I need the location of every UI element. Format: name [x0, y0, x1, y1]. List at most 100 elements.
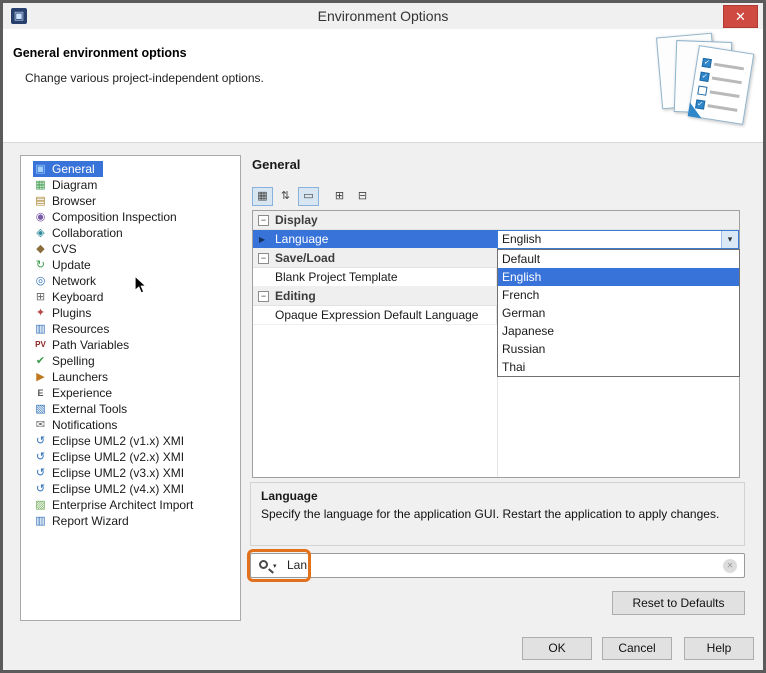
tree-item-resources[interactable]: ▥ Resources: [33, 321, 117, 337]
tree-item-collaboration[interactable]: ◈ Collaboration: [33, 225, 131, 241]
combobox-dropdown-icon[interactable]: ▾: [721, 231, 738, 248]
tree-item-plugins[interactable]: ✦ Plugins: [33, 305, 99, 321]
tree-item-eclipse-uml2-v4[interactable]: ↺Eclipse UML2 (v4.x) XMI: [33, 481, 192, 497]
dropdown-option-japanese[interactable]: Japanese: [498, 322, 739, 340]
collapse-icon[interactable]: −: [258, 215, 269, 226]
dialog-header: General environment options Change vario…: [3, 29, 763, 143]
search-options-chevron-icon[interactable]: ▾: [273, 562, 277, 570]
plugins-icon: ✦: [33, 305, 48, 321]
external-tools-icon: ▧: [33, 401, 48, 417]
resources-icon: ▥: [33, 321, 48, 337]
tree-item-cvs[interactable]: ◆ CVS: [33, 241, 85, 257]
collaboration-icon: ◈: [33, 225, 48, 241]
tree-item-external-tools[interactable]: ▧External Tools: [33, 401, 135, 417]
dropdown-option-russian[interactable]: Russian: [498, 340, 739, 358]
panel-title: General: [252, 157, 300, 172]
collapse-all-button[interactable]: ⊟: [352, 187, 373, 206]
dropdown-option-english[interactable]: English: [498, 268, 739, 286]
property-row-language[interactable]: ▶ Language English ▾: [253, 230, 739, 249]
help-button[interactable]: Help: [684, 637, 754, 660]
tree-item-path-variables[interactable]: PVPath Variables: [33, 337, 137, 353]
collapse-icon[interactable]: −: [258, 291, 269, 302]
tree-item-label: Update: [52, 258, 91, 272]
search-input[interactable]: ▾ Lan ✕: [250, 553, 745, 578]
tree-item-label: Eclipse UML2 (v3.x) XMI: [52, 466, 184, 480]
show-description-button[interactable]: ▭: [298, 187, 319, 206]
tree-item-report-wizard[interactable]: ▥Report Wizard: [33, 513, 137, 529]
reset-to-defaults-button[interactable]: Reset to Defaults: [612, 591, 745, 615]
collapse-icon[interactable]: −: [258, 253, 269, 264]
language-value-cell: English ▾: [497, 230, 739, 248]
tree-item-label: Spelling: [52, 354, 95, 368]
dropdown-option-french[interactable]: French: [498, 286, 739, 304]
tree-item-label: Resources: [52, 322, 109, 336]
tree-item-composition-inspection[interactable]: ◉ Composition Inspection: [33, 209, 185, 225]
composition-inspection-icon: ◉: [33, 209, 48, 225]
language-label: Language: [275, 232, 328, 246]
tree-item-label: Plugins: [52, 306, 91, 320]
dropdown-option-thai[interactable]: Thai: [498, 358, 739, 376]
checkbox-empty-icon: [697, 86, 707, 96]
group-label: Editing: [275, 289, 316, 303]
dropdown-option-german[interactable]: German: [498, 304, 739, 322]
search-icon[interactable]: [259, 560, 268, 569]
tree-item-enterprise-architect-import[interactable]: ▨Enterprise Architect Import: [33, 497, 201, 513]
close-button[interactable]: ✕: [723, 5, 758, 28]
language-combobox[interactable]: English ▾: [497, 230, 739, 249]
description-text: Specify the language for the application…: [261, 506, 734, 522]
general-icon: ▣: [33, 161, 48, 177]
tree-item-label: Enterprise Architect Import: [52, 498, 193, 512]
tree-item-network[interactable]: ◎Network: [33, 273, 104, 289]
tree-item-eclipse-uml2-v1[interactable]: ↺Eclipse UML2 (v1.x) XMI: [33, 433, 192, 449]
tree-item-label: Experience: [52, 386, 112, 400]
tree-item-general[interactable]: ▣General: [33, 161, 103, 177]
path-variables-icon: PV: [33, 337, 48, 353]
tree-item-label: Network: [52, 274, 96, 288]
ok-button[interactable]: OK: [522, 637, 592, 660]
search-value: Lan: [287, 558, 307, 572]
check-icon: ✓: [702, 58, 712, 68]
blank-project-label-cell[interactable]: Blank Project Template: [253, 268, 497, 286]
dropdown-option-default[interactable]: Default: [498, 250, 739, 268]
tree-item-label: Eclipse UML2 (v4.x) XMI: [52, 482, 184, 496]
tree-item-eclipse-uml2-v3[interactable]: ↺Eclipse UML2 (v3.x) XMI: [33, 465, 192, 481]
expand-all-button[interactable]: ⊞: [329, 187, 350, 206]
tree-item-diagram[interactable]: ▦Diagram: [33, 177, 105, 193]
description-title: Language: [261, 489, 734, 503]
clear-search-icon[interactable]: ✕: [723, 559, 737, 573]
tree-item-keyboard[interactable]: ⊞Keyboard: [33, 289, 111, 305]
row-marker-icon: ▶: [259, 230, 265, 248]
language-label-cell[interactable]: ▶ Language: [253, 230, 497, 248]
alphabetical-sort-button[interactable]: ⇅: [275, 187, 296, 206]
group-label: Save/Load: [275, 251, 335, 265]
update-icon: ↻: [33, 257, 48, 273]
tree-item-update[interactable]: ↻ Update: [33, 257, 99, 273]
tree-item-notifications[interactable]: ✉Notifications: [33, 417, 125, 433]
header-title: General environment options: [13, 46, 187, 60]
illustration-page-front: ✓ ✓ ✓: [688, 45, 755, 125]
browser-icon: ▤: [33, 193, 48, 209]
tree-item-label: CVS: [52, 242, 77, 256]
tree-item-label: Composition Inspection: [52, 210, 177, 224]
tree-item-spelling[interactable]: ✔Spelling: [33, 353, 103, 369]
tree-item-label: Eclipse UML2 (v1.x) XMI: [52, 434, 184, 448]
window-title: Environment Options: [3, 3, 763, 29]
cvs-icon: ◆: [33, 241, 48, 257]
check-icon: ✓: [699, 72, 709, 82]
options-tree: ▣General ▦Diagram ▤Browser ◉ Composition …: [20, 155, 241, 621]
categorized-view-button[interactable]: ▦: [252, 187, 273, 206]
page-fold: [688, 102, 704, 118]
keyboard-icon: ⊞: [33, 289, 48, 305]
environment-options-dialog: ▣ Environment Options ✕ General environm…: [0, 0, 766, 673]
group-row-display[interactable]: − Display: [253, 211, 739, 230]
tree-item-experience[interactable]: EExperience: [33, 385, 120, 401]
cancel-button[interactable]: Cancel: [602, 637, 672, 660]
tree-item-label: Report Wizard: [52, 514, 129, 528]
tree-item-label: Collaboration: [52, 226, 123, 240]
tree-item-eclipse-uml2-v2[interactable]: ↺Eclipse UML2 (v2.x) XMI: [33, 449, 192, 465]
tree-item-label: Eclipse UML2 (v2.x) XMI: [52, 450, 184, 464]
opaque-label-cell[interactable]: Opaque Expression Default Language: [253, 306, 497, 324]
tree-item-browser[interactable]: ▤Browser: [33, 193, 104, 209]
tree-item-launchers[interactable]: ▶Launchers: [33, 369, 116, 385]
blank-project-label: Blank Project Template: [275, 270, 398, 284]
